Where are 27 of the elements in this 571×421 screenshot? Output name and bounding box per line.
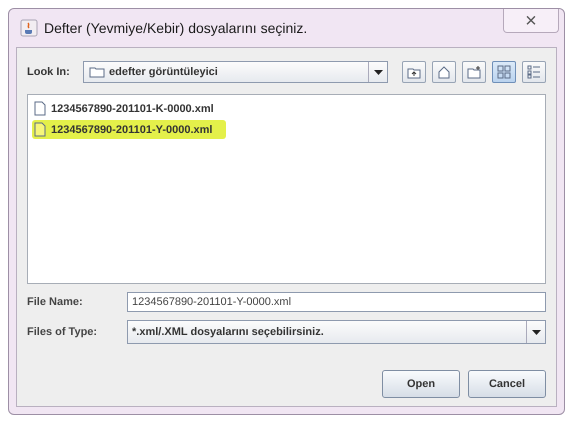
details-view-button[interactable] [522,61,546,83]
folder-icon [89,66,105,78]
file-item[interactable]: 1234567890-201101-Y-0000.xml [32,120,226,139]
file-type-label: Files of Type: [27,326,98,338]
dropdown-arrow-icon [532,330,540,334]
document-icon [34,122,46,137]
details-view-icon [527,65,541,79]
java-cup-icon [20,19,38,37]
window-title: Defter (Yevmiye/Kebir) dosyalarını seçiniz. [44,20,308,36]
up-folder-button[interactable] [402,61,426,83]
close-button[interactable]: × [503,9,559,33]
new-folder-icon [467,65,481,79]
home-icon [437,65,451,79]
file-item[interactable]: 1234567890-201101-K-0000.xml [32,99,228,118]
look-in-dropdown[interactable]: edefter görüntüleyici [83,61,388,83]
cancel-button[interactable]: Cancel [468,370,546,398]
list-view-button[interactable] [492,61,516,83]
file-type-dropdown[interactable]: *.xml/.XML dosyalarını seçebilirsiniz. [127,320,546,344]
dropdown-arrow-icon [374,70,382,74]
file-name-label: File Name: [27,296,84,308]
file-name-field[interactable]: 1234567890-201101-Y-0000.xml [127,292,546,312]
open-button[interactable]: Open [382,370,460,398]
grid-view-icon [497,65,511,79]
document-icon [34,101,46,116]
new-folder-button[interactable] [462,61,486,83]
home-button[interactable] [432,61,456,83]
look-in-label: Look In: [27,66,71,78]
